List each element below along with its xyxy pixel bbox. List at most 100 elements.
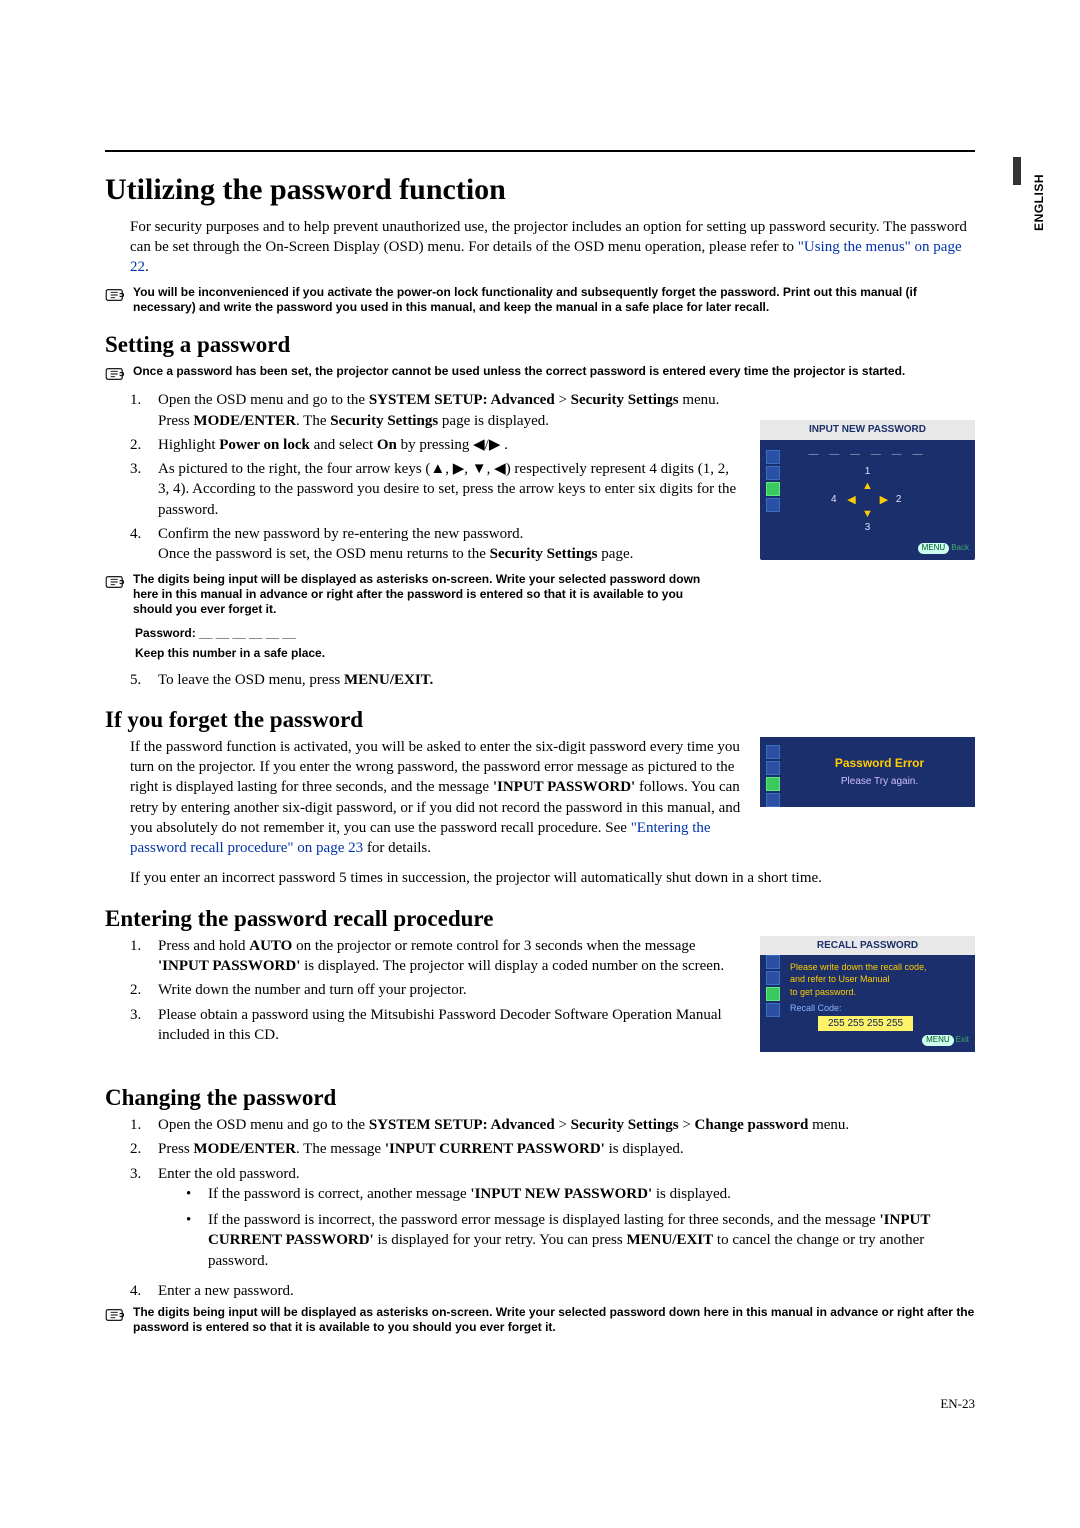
text: > <box>555 1117 571 1133</box>
text: Open the OSD menu and go to the <box>158 1117 369 1133</box>
recall-line-3: to get password. <box>790 986 967 998</box>
bold: SYSTEM SETUP: Advanced <box>369 392 555 408</box>
digit-2: 2 <box>896 493 902 507</box>
arrow-right-icon: ▶ <box>880 493 888 508</box>
recall-title: RECALL PASSWORD <box>760 936 975 956</box>
text: is displayed. <box>605 1141 684 1157</box>
list-item: 1. Open the OSD menu and go to the SYSTE… <box>130 1115 975 1135</box>
list-item: 2. Highlight Power on lock and select On… <box>130 435 742 455</box>
osd-footer: MENUBack <box>760 543 975 556</box>
text: page is displayed. <box>438 413 549 429</box>
text: Enter a new password. <box>158 1281 975 1301</box>
osd-menu-pill: MENU <box>922 1035 954 1046</box>
list-item: 4.Enter a new password. <box>130 1281 975 1301</box>
osd-exit-label: Exit <box>956 1035 969 1044</box>
bold: Security Settings <box>490 546 598 562</box>
bold: Change password <box>695 1117 809 1133</box>
text: To leave the OSD menu, press <box>158 672 344 688</box>
text: is displayed. The projector will display… <box>300 958 724 974</box>
arrow-up-icon: ▲ <box>862 479 873 494</box>
steps-setting-password-cont: 5. To leave the OSD menu, press MENU/EXI… <box>130 670 975 690</box>
bold: SYSTEM SETUP: Advanced <box>369 1117 555 1133</box>
text: Press <box>158 1141 193 1157</box>
bold: MODE/ENTER <box>193 413 296 429</box>
bold: 'INPUT PASSWORD' <box>493 779 635 795</box>
note-asterisks-2: The digits being input will be displayed… <box>105 1305 975 1335</box>
note-text: Once a password has been set, the projec… <box>133 364 975 379</box>
bold: AUTO <box>249 938 292 954</box>
incorrect-5-times: If you enter an incorrect password 5 tim… <box>130 868 975 888</box>
osd-side-icons <box>766 745 784 809</box>
text: by pressing ◀/▶ . <box>397 437 508 453</box>
text: for details. <box>363 840 431 856</box>
text: Press and hold <box>158 938 249 954</box>
text: page. <box>598 546 634 562</box>
top-rule: ENGLISH <box>105 150 975 152</box>
text: Enter the old password. <box>158 1166 300 1182</box>
recall-footer: MENUExit <box>760 1035 975 1048</box>
steps-changing: 1. Open the OSD menu and go to the SYSTE… <box>130 1115 975 1301</box>
page-number: EN-23 <box>105 1395 975 1413</box>
heading-recall-procedure: Entering the password recall procedure <box>105 903 975 934</box>
bullets-old-password: • If the password is correct, another me… <box>186 1184 975 1271</box>
bold: 'INPUT NEW PASSWORD' <box>470 1186 652 1202</box>
bold: 'INPUT CURRENT PASSWORD' <box>385 1141 605 1157</box>
bold: Security Settings <box>571 1117 679 1133</box>
text: Open the OSD menu and go to the <box>158 392 369 408</box>
intro-paragraph: For security purposes and to help preven… <box>130 217 975 278</box>
list-item: • If the password is incorrect, the pass… <box>186 1210 975 1271</box>
text: > <box>555 392 571 408</box>
text: If the password is correct, another mess… <box>208 1186 470 1202</box>
bold: 'INPUT PASSWORD' <box>158 958 300 974</box>
intro-post: . <box>145 259 149 275</box>
bold: MENU/EXIT <box>626 1232 713 1248</box>
page-title: Utilizing the password function <box>105 170 975 211</box>
text: . The message <box>296 1141 385 1157</box>
note-icon <box>105 287 127 303</box>
bold: MODE/ENTER <box>193 1141 296 1157</box>
osd-password-dashes: — — — — — — <box>766 448 969 462</box>
list-item: 4. Confirm the new password by re-enteri… <box>130 524 742 565</box>
text: on the projector or remote control for 3… <box>292 938 695 954</box>
note-once-set: Once a password has been set, the projec… <box>105 364 975 382</box>
error-title: Password Error <box>790 755 969 771</box>
arrow-left-icon: ◀ <box>847 493 855 508</box>
text: . The <box>296 413 330 429</box>
note-icon <box>105 1307 127 1323</box>
text: Please obtain a password using the Mitsu… <box>158 1005 742 1046</box>
bold: MENU/EXIT. <box>344 672 433 688</box>
note-icon <box>105 574 127 590</box>
text: If the password is incorrect, the passwo… <box>208 1212 879 1228</box>
list-item: 5. To leave the OSD menu, press MENU/EXI… <box>130 670 975 690</box>
osd-back-label: Back <box>951 543 969 552</box>
osd-title: INPUT NEW PASSWORD <box>760 420 975 440</box>
list-item: 3.Please obtain a password using the Mit… <box>130 1005 742 1046</box>
osd-side-icons <box>766 955 784 1019</box>
osd-input-new-password: INPUT NEW PASSWORD — — — — — — 1 ▲ 4 ◀ ▶… <box>760 420 975 560</box>
text: Confirm the new password by re-entering … <box>158 526 523 542</box>
note-text: The digits being input will be displayed… <box>133 1305 975 1335</box>
digit-1: 1 <box>865 465 871 479</box>
osd-arrow-cross: 1 ▲ 4 ◀ ▶ 2 ▼ 3 <box>766 465 969 535</box>
recall-line-2: and refer to User Manual <box>790 973 967 985</box>
digit-4: 4 <box>831 493 837 507</box>
osd-password-error: Password Error Please Try again. <box>760 737 975 807</box>
text: > <box>679 1117 695 1133</box>
text: As pictured to the right, the four arrow… <box>158 459 742 520</box>
list-item: • If the password is correct, another me… <box>186 1184 975 1204</box>
note-text: The digits being input will be displayed… <box>133 572 725 617</box>
bold: Security Settings <box>571 392 679 408</box>
note-text: You will be inconvenienced if you activa… <box>133 285 975 315</box>
text: is displayed for your retry. You can pre… <box>374 1232 627 1248</box>
digit-3: 3 <box>865 521 871 535</box>
forgot-paragraph: If the password function is activated, y… <box>130 737 770 859</box>
note-inconvenience: You will be inconvenienced if you activa… <box>105 285 975 315</box>
error-subtitle: Please Try again. <box>790 775 969 789</box>
osd-menu-pill: MENU <box>918 543 950 554</box>
arrow-down-icon: ▼ <box>862 507 873 522</box>
list-item: 2. Press MODE/ENTER. The message 'INPUT … <box>130 1139 975 1159</box>
note-asterisks: The digits being input will be displayed… <box>105 572 725 617</box>
heading-setting-password: Setting a password <box>105 329 975 360</box>
bold: Security Settings <box>330 413 438 429</box>
text: Highlight <box>158 437 219 453</box>
